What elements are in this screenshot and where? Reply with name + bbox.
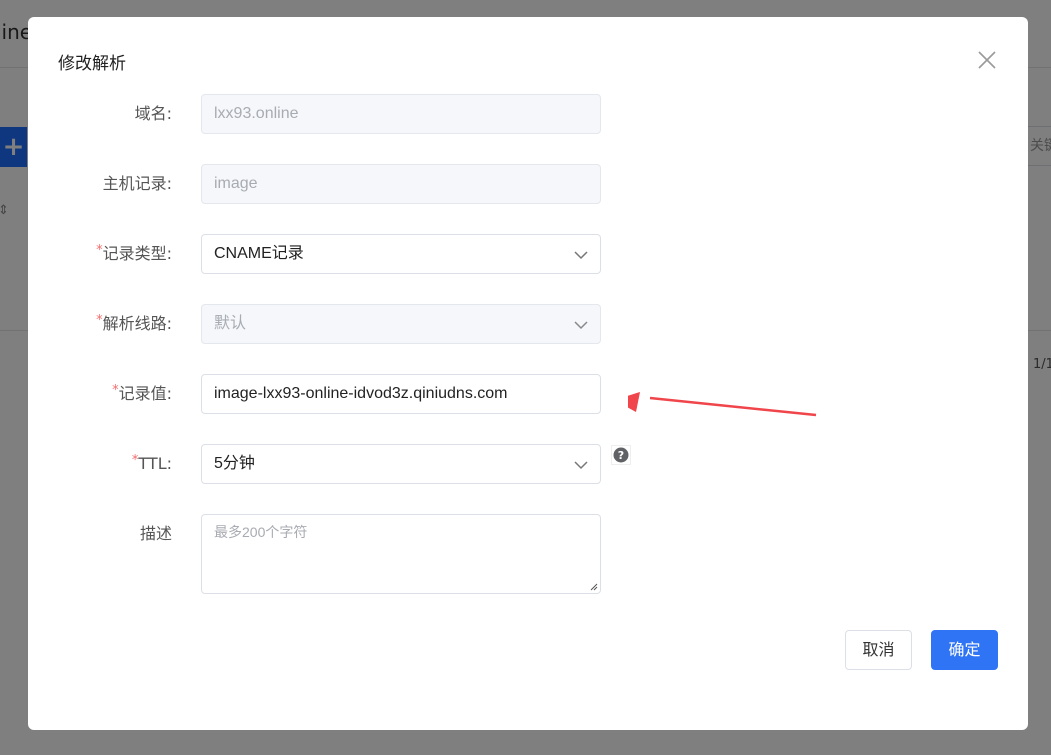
annotation-arrow-icon [628, 392, 817, 417]
ttl-value: 5分钟 [214, 455, 255, 472]
host-record-row: 主机记录: image [28, 164, 1028, 204]
ttl-label: *TTL: [131, 453, 172, 473]
cancel-button[interactable]: 取消 [845, 630, 912, 670]
host-record-input[interactable]: image [201, 164, 601, 204]
resize-handle-icon[interactable] [590, 583, 598, 591]
record-type-row: *记录类型: CNAME记录 [28, 234, 1028, 274]
help-icon[interactable]: ? [611, 445, 631, 465]
dialog-title: 修改解析 [58, 54, 126, 74]
required-mark: * [131, 453, 139, 468]
domain-label: 域名: [134, 104, 172, 123]
required-mark: * [96, 243, 103, 258]
record-value-row: *记录值: image-lxx93-online-idvod3z.qiniudn… [28, 374, 1028, 414]
resolve-line-row: *解析线路: 默认 [28, 304, 1028, 344]
confirm-button[interactable]: 确定 [931, 630, 998, 670]
required-mark: * [112, 383, 119, 398]
chevron-down-icon [574, 251, 588, 260]
ttl-row: *TTL: 5分钟 ? [28, 444, 1028, 484]
chevron-down-icon [574, 321, 588, 330]
description-label: 描述 [139, 524, 172, 543]
resolve-line-value: 默认 [214, 315, 247, 332]
ttl-select[interactable]: 5分钟 [201, 444, 601, 484]
record-value-label: *记录值: [112, 383, 172, 403]
record-value-input[interactable]: image-lxx93-online-idvod3z.qiniudns.com [201, 374, 601, 414]
description-textarea[interactable]: 最多200个字符 [201, 514, 601, 594]
record-type-value: CNAME记录 [214, 245, 304, 262]
chevron-down-icon [574, 461, 588, 470]
record-type-select[interactable]: CNAME记录 [201, 234, 601, 274]
description-row: 描述 最多200个字符 [28, 514, 1028, 594]
svg-text:?: ? [618, 449, 624, 462]
record-type-label: *记录类型: [96, 243, 172, 263]
domain-input[interactable]: lxx93.online [201, 94, 601, 134]
close-icon[interactable] [976, 49, 998, 71]
required-mark: * [96, 313, 103, 328]
resolve-line-select[interactable]: 默认 [201, 304, 601, 344]
resolve-line-label: *解析线路: [96, 313, 172, 333]
host-record-label: 主机记录: [102, 174, 172, 193]
domain-row: 域名: lxx93.online [28, 94, 1028, 134]
description-placeholder: 最多200个字符 [214, 524, 308, 540]
edit-record-dialog: 修改解析 域名: lxx93.online 主机记录: image *记录类型:… [28, 17, 1028, 730]
